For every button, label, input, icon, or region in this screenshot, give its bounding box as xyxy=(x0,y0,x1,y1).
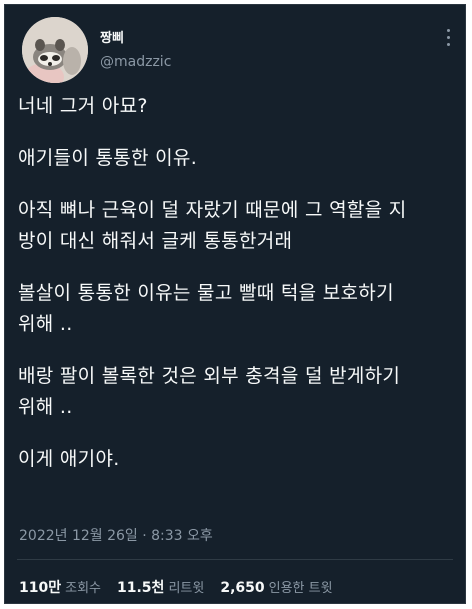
tweet-stats: 110만 조회수 11.5천 리트윗 2,650 인용한 트윗 xyxy=(19,577,333,597)
tweet-paragraph: 이게 애기야. xyxy=(18,448,120,470)
tweet-paragraph: 볼살이 통통한 이유는 물고 빨때 턱을 보호하기 위해 .. xyxy=(18,282,394,335)
stat-label: 리트윗 xyxy=(168,581,205,596)
stat-value: 11.5천 xyxy=(117,580,165,596)
tweet-text: 너네 그거 아묘? 애기들이 통통한 이유. 아직 뼈나 근육이 덜 자랐기 때… xyxy=(18,91,453,475)
divider xyxy=(17,559,453,560)
stat-label: 인용한 트윗 xyxy=(268,581,333,596)
raccoon-avatar-icon xyxy=(22,17,88,83)
tweet-paragraph: 애기들이 통통한 이유. xyxy=(18,147,198,169)
avatar[interactable] xyxy=(22,17,88,83)
tweet-paragraph: 배랑 팔이 볼록한 것은 외부 충격을 덜 받게하기 위해 .. xyxy=(18,365,401,418)
tweet-paragraph: 아직 뼈나 근육이 덜 자랐기 때문에 그 역할을 지 방이 대신 해줘서 글케… xyxy=(18,199,407,252)
more-vertical-icon[interactable] xyxy=(447,29,451,49)
stat-label: 조회수 xyxy=(65,581,101,596)
tweet-paragraph: 너네 그거 아묘? xyxy=(18,95,148,117)
author-handle[interactable]: @madzzic xyxy=(100,54,171,70)
stat-views[interactable]: 110만 조회수 xyxy=(19,577,101,597)
stat-quotes[interactable]: 2,650 인용한 트윗 xyxy=(220,577,332,596)
author-name[interactable]: 짱삐 xyxy=(100,27,124,46)
stat-value: 2,650 xyxy=(220,580,265,596)
tweet-timestamp[interactable]: 2022년 12월 26일 · 8:33 오후 xyxy=(19,525,213,545)
tweet-card: 짱삐 @madzzic 너네 그거 아묘? 애기들이 통통한 이유. 아직 뼈나… xyxy=(4,4,466,604)
stat-value: 110만 xyxy=(19,580,62,596)
stat-retweets[interactable]: 11.5천 리트윗 xyxy=(117,577,204,597)
